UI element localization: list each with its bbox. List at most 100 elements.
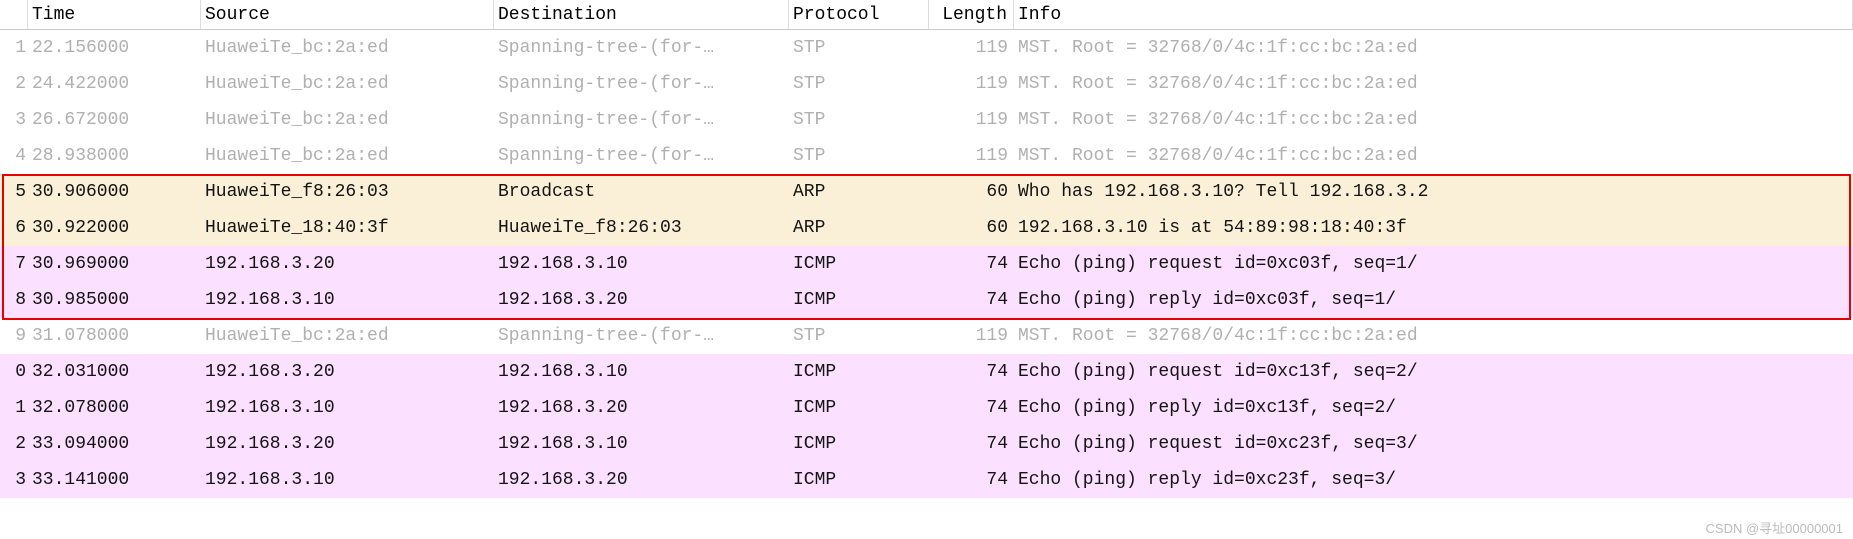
- cell-destination: 192.168.3.20: [494, 462, 789, 498]
- cell-length: 74: [929, 246, 1014, 282]
- header-time[interactable]: Time: [28, 0, 201, 29]
- cell-protocol: STP: [789, 30, 929, 66]
- cell-no: 5: [0, 174, 28, 210]
- cell-time: 33.094000: [28, 426, 201, 462]
- table-row[interactable]: 730.969000192.168.3.20192.168.3.10ICMP74…: [0, 246, 1853, 282]
- cell-time: 33.141000: [28, 462, 201, 498]
- cell-time: 32.031000: [28, 354, 201, 390]
- cell-source: HuaweiTe_bc:2a:ed: [201, 138, 494, 174]
- cell-time: 32.078000: [28, 390, 201, 426]
- table-row[interactable]: 122.156000HuaweiTe_bc:2a:edSpanning-tree…: [0, 30, 1853, 66]
- table-row[interactable]: 224.422000HuaweiTe_bc:2a:edSpanning-tree…: [0, 66, 1853, 102]
- header-info[interactable]: Info: [1014, 0, 1853, 29]
- cell-destination: 192.168.3.20: [494, 390, 789, 426]
- cell-info: Echo (ping) reply id=0xc03f, seq=1/: [1014, 282, 1853, 318]
- packet-list-header[interactable]: Time Source Destination Protocol Length …: [0, 0, 1853, 30]
- cell-destination: 192.168.3.10: [494, 246, 789, 282]
- cell-no: 6: [0, 210, 28, 246]
- cell-protocol: ARP: [789, 210, 929, 246]
- cell-time: 22.156000: [28, 30, 201, 66]
- table-row[interactable]: 931.078000HuaweiTe_bc:2a:edSpanning-tree…: [0, 318, 1853, 354]
- cell-protocol: STP: [789, 138, 929, 174]
- cell-length: 74: [929, 282, 1014, 318]
- cell-source: 192.168.3.10: [201, 282, 494, 318]
- cell-no: 4: [0, 138, 28, 174]
- cell-protocol: ICMP: [789, 390, 929, 426]
- cell-length: 119: [929, 138, 1014, 174]
- cell-source: HuaweiTe_f8:26:03: [201, 174, 494, 210]
- cell-destination: Spanning-tree-(for-…: [494, 318, 789, 354]
- cell-destination: 192.168.3.20: [494, 282, 789, 318]
- cell-info: MST. Root = 32768/0/4c:1f:cc:bc:2a:ed: [1014, 318, 1853, 354]
- cell-time: 24.422000: [28, 66, 201, 102]
- cell-no: 1: [0, 30, 28, 66]
- cell-destination: Spanning-tree-(for-…: [494, 102, 789, 138]
- header-source[interactable]: Source: [201, 0, 494, 29]
- cell-time: 31.078000: [28, 318, 201, 354]
- cell-length: 119: [929, 30, 1014, 66]
- cell-length: 60: [929, 210, 1014, 246]
- table-row[interactable]: 326.672000HuaweiTe_bc:2a:edSpanning-tree…: [0, 102, 1853, 138]
- cell-no: 3: [0, 462, 28, 498]
- cell-source: 192.168.3.10: [201, 462, 494, 498]
- header-no[interactable]: [0, 0, 28, 29]
- cell-destination: Broadcast: [494, 174, 789, 210]
- cell-length: 74: [929, 354, 1014, 390]
- cell-no: 2: [0, 426, 28, 462]
- cell-no: 7: [0, 246, 28, 282]
- cell-no: 1: [0, 390, 28, 426]
- cell-info: Echo (ping) reply id=0xc23f, seq=3/: [1014, 462, 1853, 498]
- cell-source: HuaweiTe_bc:2a:ed: [201, 30, 494, 66]
- cell-info: Echo (ping) request id=0xc23f, seq=3/: [1014, 426, 1853, 462]
- cell-no: 0: [0, 354, 28, 390]
- table-row[interactable]: 830.985000192.168.3.10192.168.3.20ICMP74…: [0, 282, 1853, 318]
- table-row[interactable]: 032.031000192.168.3.20192.168.3.10ICMP74…: [0, 354, 1853, 390]
- cell-info: MST. Root = 32768/0/4c:1f:cc:bc:2a:ed: [1014, 138, 1853, 174]
- table-row[interactable]: 333.141000192.168.3.10192.168.3.20ICMP74…: [0, 462, 1853, 498]
- cell-length: 74: [929, 426, 1014, 462]
- cell-info: Echo (ping) request id=0xc03f, seq=1/: [1014, 246, 1853, 282]
- table-row[interactable]: 428.938000HuaweiTe_bc:2a:edSpanning-tree…: [0, 138, 1853, 174]
- table-row[interactable]: 530.906000HuaweiTe_f8:26:03BroadcastARP6…: [0, 174, 1853, 210]
- cell-info: MST. Root = 32768/0/4c:1f:cc:bc:2a:ed: [1014, 30, 1853, 66]
- table-row[interactable]: 132.078000192.168.3.10192.168.3.20ICMP74…: [0, 390, 1853, 426]
- cell-destination: HuaweiTe_f8:26:03: [494, 210, 789, 246]
- header-length[interactable]: Length: [929, 0, 1014, 29]
- cell-source: 192.168.3.20: [201, 246, 494, 282]
- header-protocol[interactable]: Protocol: [789, 0, 929, 29]
- cell-length: 119: [929, 66, 1014, 102]
- cell-no: 8: [0, 282, 28, 318]
- cell-destination: Spanning-tree-(for-…: [494, 138, 789, 174]
- cell-source: HuaweiTe_18:40:3f: [201, 210, 494, 246]
- packet-list-table: Time Source Destination Protocol Length …: [0, 0, 1853, 498]
- table-row[interactable]: 233.094000192.168.3.20192.168.3.10ICMP74…: [0, 426, 1853, 462]
- cell-time: 28.938000: [28, 138, 201, 174]
- cell-source: HuaweiTe_bc:2a:ed: [201, 318, 494, 354]
- cell-time: 30.922000: [28, 210, 201, 246]
- cell-info: 192.168.3.10 is at 54:89:98:18:40:3f: [1014, 210, 1853, 246]
- cell-protocol: ICMP: [789, 426, 929, 462]
- cell-length: 119: [929, 102, 1014, 138]
- cell-time: 26.672000: [28, 102, 201, 138]
- cell-info: MST. Root = 32768/0/4c:1f:cc:bc:2a:ed: [1014, 102, 1853, 138]
- header-destination[interactable]: Destination: [494, 0, 789, 29]
- cell-destination: 192.168.3.10: [494, 354, 789, 390]
- cell-no: 3: [0, 102, 28, 138]
- cell-protocol: ICMP: [789, 282, 929, 318]
- cell-info: Echo (ping) reply id=0xc13f, seq=2/: [1014, 390, 1853, 426]
- cell-protocol: STP: [789, 318, 929, 354]
- cell-length: 74: [929, 462, 1014, 498]
- cell-source: HuaweiTe_bc:2a:ed: [201, 102, 494, 138]
- packet-list-body: 122.156000HuaweiTe_bc:2a:edSpanning-tree…: [0, 30, 1853, 498]
- cell-time: 30.985000: [28, 282, 201, 318]
- cell-destination: 192.168.3.10: [494, 426, 789, 462]
- cell-length: 74: [929, 390, 1014, 426]
- table-row[interactable]: 630.922000HuaweiTe_18:40:3fHuaweiTe_f8:2…: [0, 210, 1853, 246]
- cell-length: 60: [929, 174, 1014, 210]
- cell-protocol: STP: [789, 66, 929, 102]
- cell-protocol: ICMP: [789, 246, 929, 282]
- cell-source: 192.168.3.20: [201, 426, 494, 462]
- watermark: CSDN @寻址00000001: [1706, 518, 1843, 537]
- cell-source: 192.168.3.20: [201, 354, 494, 390]
- cell-source: 192.168.3.10: [201, 390, 494, 426]
